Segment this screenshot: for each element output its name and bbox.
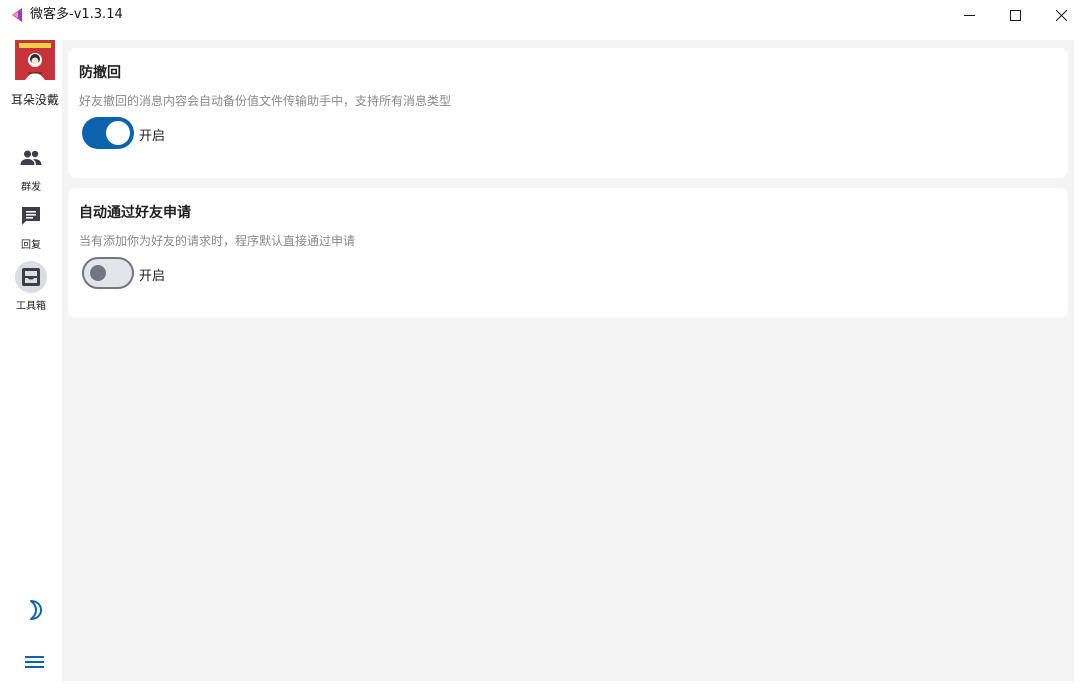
app-logo-icon bbox=[12, 8, 22, 22]
nav-item-reply[interactable]: 回复 bbox=[0, 200, 62, 251]
auto-accept-toggle[interactable] bbox=[82, 257, 134, 289]
close-button[interactable] bbox=[1038, 0, 1084, 30]
nav-label: 工具箱 bbox=[16, 301, 46, 312]
toggle-label: 开启 bbox=[139, 129, 166, 144]
setting-title: 自动通过好友申请 bbox=[79, 205, 191, 221]
toolbox-icon bbox=[22, 268, 40, 286]
setting-description: 好友撤回的消息内容会自动备份值文件传输助手中，支持所有消息类型 bbox=[79, 94, 452, 108]
moon-icon bbox=[30, 600, 42, 620]
avatar-image bbox=[15, 40, 55, 80]
setting-title: 防撤回 bbox=[79, 65, 121, 81]
sidebar: 耳朵没戴 群发 回复 工具箱 bbox=[0, 32, 62, 691]
minimize-icon bbox=[963, 14, 975, 16]
maximize-icon bbox=[1009, 9, 1021, 21]
theme-toggle-button[interactable] bbox=[24, 598, 46, 626]
nav-item-mass-send[interactable]: 群发 bbox=[0, 142, 62, 193]
menu-button[interactable] bbox=[24, 653, 46, 675]
avatar[interactable] bbox=[15, 40, 55, 80]
toggle-knob bbox=[106, 121, 130, 145]
maximize-button[interactable] bbox=[992, 0, 1038, 30]
close-icon bbox=[1055, 9, 1067, 21]
setting-description: 当有添加你为好友的请求时，程序默认直接通过申请 bbox=[79, 234, 356, 248]
nav-label: 回复 bbox=[21, 240, 41, 251]
title-bar: 微客多-v1.3.14 bbox=[0, 0, 1084, 32]
setting-card-anti-recall: 防撤回 好友撤回的消息内容会自动备份值文件传输助手中，支持所有消息类型 开启 bbox=[68, 48, 1068, 178]
window-title: 微客多-v1.3.14 bbox=[30, 7, 123, 22]
people-icon bbox=[20, 150, 42, 165]
menu-icon bbox=[25, 656, 44, 668]
main-content: 防撤回 好友撤回的消息内容会自动备份值文件传输助手中，支持所有消息类型 开启 自… bbox=[62, 40, 1074, 681]
toggle-label: 开启 bbox=[139, 269, 166, 284]
nav-icon-wrap bbox=[15, 142, 47, 174]
chat-icon bbox=[22, 207, 40, 225]
username: 耳朵没戴 bbox=[11, 93, 60, 107]
minimize-button[interactable] bbox=[946, 0, 992, 30]
toggle-knob bbox=[90, 265, 106, 281]
nav-icon-wrap bbox=[15, 261, 47, 293]
nav-item-toolbox[interactable]: 工具箱 bbox=[0, 261, 62, 312]
anti-recall-toggle[interactable] bbox=[82, 117, 134, 149]
setting-card-auto-accept: 自动通过好友申请 当有添加你为好友的请求时，程序默认直接通过申请 开启 bbox=[68, 188, 1068, 318]
nav-label: 群发 bbox=[21, 182, 41, 193]
nav-icon-wrap bbox=[15, 200, 47, 232]
